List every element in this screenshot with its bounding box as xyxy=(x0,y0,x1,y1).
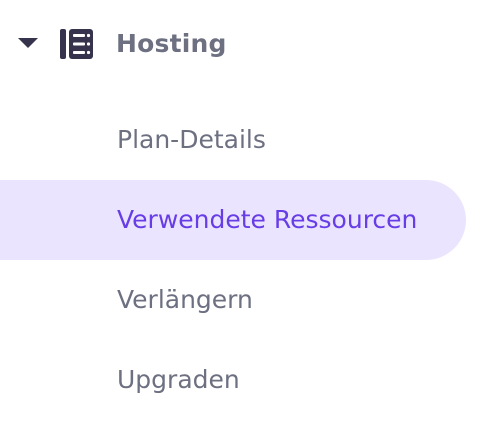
nav-item-plan-details[interactable]: Plan-Details xyxy=(0,100,466,180)
nav-item-label: Verlängern xyxy=(117,285,253,314)
caret-down-icon[interactable] xyxy=(18,38,38,48)
nav-item-verlaengern[interactable]: Verlängern xyxy=(0,260,466,340)
section-title: Hosting xyxy=(116,29,227,58)
nav-item-label: Verwendete Ressourcen xyxy=(117,205,418,234)
nav-item-verwendete-ressourcen[interactable]: Verwendete Ressourcen xyxy=(0,180,466,260)
hosting-section-toggle[interactable]: Hosting xyxy=(0,0,494,88)
nav-item-label: Plan-Details xyxy=(117,125,266,154)
sidebar-nav: Hosting Plan-Details Verwendete Ressourc… xyxy=(0,0,494,432)
nav-item-label: Upgraden xyxy=(117,365,240,394)
server-icon xyxy=(60,29,93,59)
nav-item-upgraden[interactable]: Upgraden xyxy=(0,340,466,420)
